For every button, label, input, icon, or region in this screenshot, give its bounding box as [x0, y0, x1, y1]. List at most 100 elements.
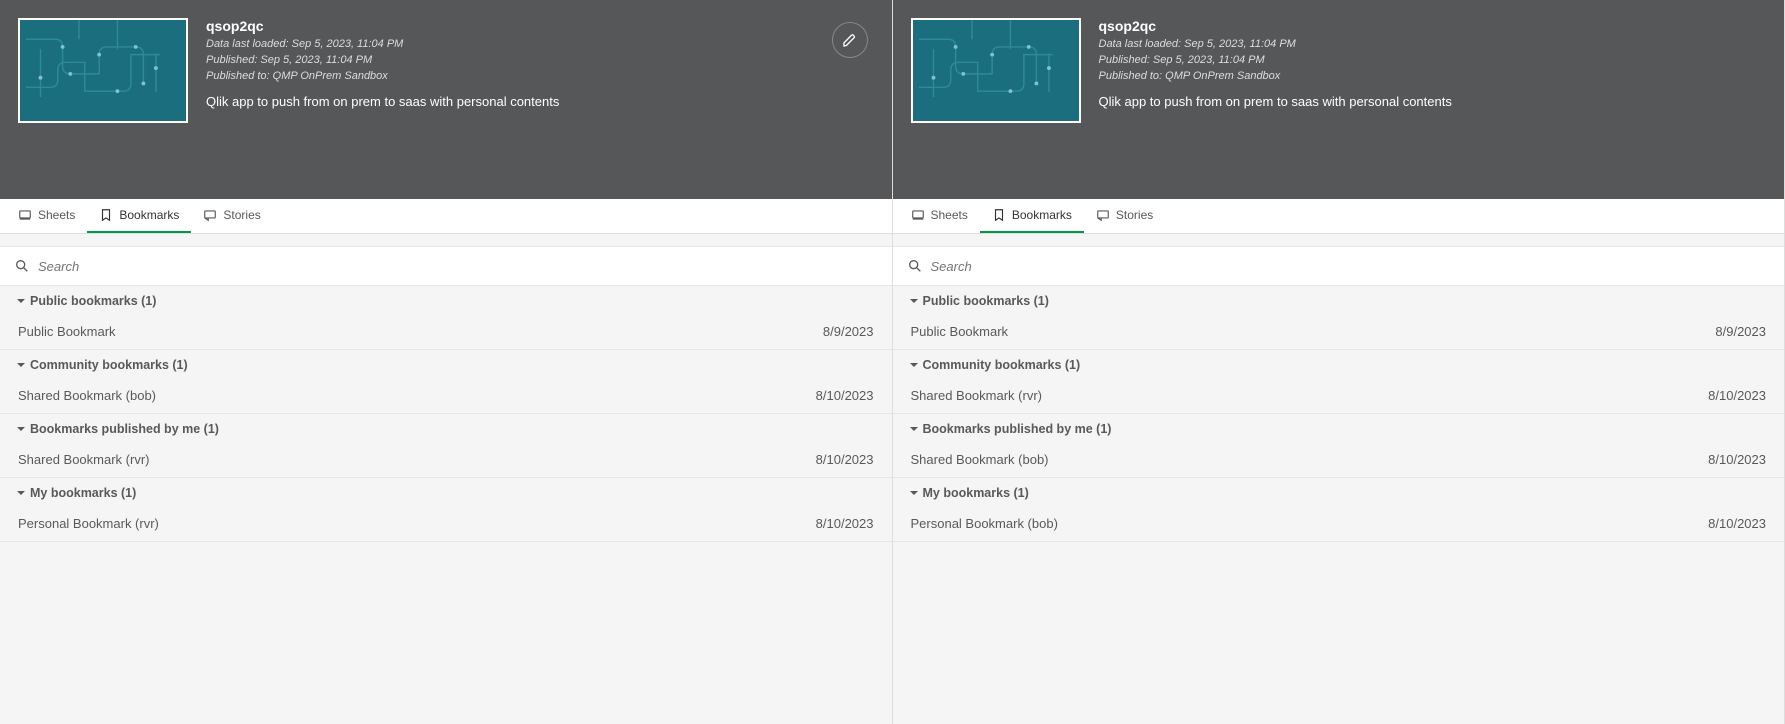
chevron-down-icon — [909, 360, 919, 370]
bookmark-label: Personal Bookmark (rvr) — [18, 516, 159, 531]
tabs-bar: Sheets Bookmarks Stories — [893, 199, 1785, 234]
tab-sheets-label: Sheets — [931, 208, 968, 222]
bookmark-groups-right: Public bookmarks (1) Public Bookmark 8/9/2… — [893, 286, 1785, 542]
chevron-down-icon — [909, 488, 919, 498]
group-title: My bookmarks (1) — [923, 486, 1029, 500]
tab-stories[interactable]: Stories — [191, 199, 272, 233]
stories-icon — [203, 208, 217, 222]
app-header: qsop2qc Data last loaded: Sep 5, 2023, 1… — [893, 0, 1785, 199]
app-last-loaded: Data last loaded: Sep 5, 2023, 11:04 PM — [206, 38, 814, 50]
bookmark-label: Shared Bookmark (rvr) — [911, 388, 1042, 403]
group-header[interactable]: Community bookmarks (1) — [0, 350, 892, 380]
group-header[interactable]: My bookmarks (1) — [893, 478, 1785, 508]
search-input[interactable] — [38, 259, 878, 274]
bookmark-group: Bookmarks published by me (1) Shared Book… — [893, 414, 1785, 478]
bookmark-icon — [99, 208, 113, 222]
bookmark-date: 8/10/2023 — [816, 516, 874, 531]
group-header[interactable]: My bookmarks (1) — [0, 478, 892, 508]
bookmark-date: 8/9/2023 — [823, 324, 874, 339]
chevron-down-icon — [16, 424, 26, 434]
app-published: Published: Sep 5, 2023, 11:04 PM — [1099, 54, 1765, 66]
bookmark-label: Personal Bookmark (bob) — [911, 516, 1058, 531]
app-description: Qlik app to push from on prem to saas wi… — [1099, 94, 1765, 109]
app-meta: qsop2qc Data last loaded: Sep 5, 2023, 1… — [206, 18, 814, 181]
bookmark-date: 8/10/2023 — [816, 452, 874, 467]
bookmark-row[interactable]: Shared Bookmark (rvr) 8/10/2023 — [893, 380, 1785, 413]
search-input[interactable] — [931, 259, 1771, 274]
bookmark-row[interactable]: Shared Bookmark (bob) 8/10/2023 — [893, 444, 1785, 477]
bookmark-date: 8/9/2023 — [1715, 324, 1766, 339]
bookmark-label: Public Bookmark — [18, 324, 116, 339]
tab-stories[interactable]: Stories — [1084, 199, 1165, 233]
app-thumbnail — [911, 18, 1081, 123]
group-header[interactable]: Public bookmarks (1) — [893, 286, 1785, 316]
bookmark-icon — [992, 208, 1006, 222]
app-thumbnail — [18, 18, 188, 123]
bookmark-group: Public bookmarks (1) Public Bookmark 8/9/2… — [893, 286, 1785, 350]
app-meta: qsop2qc Data last loaded: Sep 5, 2023, 1… — [1099, 18, 1765, 181]
search-icon — [14, 258, 30, 274]
tab-bookmarks-label: Bookmarks — [1012, 208, 1072, 222]
group-title: Public bookmarks (1) — [30, 294, 156, 308]
bookmark-group: My bookmarks (1) Personal Bookmark (bob) 8… — [893, 478, 1785, 542]
pencil-icon — [842, 32, 858, 48]
tab-stories-label: Stories — [223, 208, 260, 222]
chevron-down-icon — [16, 488, 26, 498]
bookmark-label: Shared Bookmark (bob) — [911, 452, 1049, 467]
bookmark-date: 8/10/2023 — [1708, 452, 1766, 467]
group-header[interactable]: Community bookmarks (1) — [893, 350, 1785, 380]
bookmark-groups-left: Public bookmarks (1) Public Bookmark 8/9/2… — [0, 286, 892, 542]
bookmark-label: Shared Bookmark (rvr) — [18, 452, 149, 467]
group-header[interactable]: Bookmarks published by me (1) — [0, 414, 892, 444]
right-pane: qsop2qc Data last loaded: Sep 5, 2023, 1… — [893, 0, 1785, 724]
tabs-bar: Sheets Bookmarks Stories — [0, 199, 892, 234]
chevron-down-icon — [16, 360, 26, 370]
group-title: My bookmarks (1) — [30, 486, 136, 500]
group-title: Community bookmarks (1) — [923, 358, 1081, 372]
tab-sheets[interactable]: Sheets — [899, 199, 980, 233]
bookmark-row[interactable]: Personal Bookmark (bob) 8/10/2023 — [893, 508, 1785, 541]
stories-icon — [1096, 208, 1110, 222]
tab-bookmarks[interactable]: Bookmarks — [87, 199, 191, 233]
search-bar[interactable] — [0, 246, 892, 286]
app-header: qsop2qc Data last loaded: Sep 5, 2023, 1… — [0, 0, 892, 199]
tab-sheets-label: Sheets — [38, 208, 75, 222]
tab-sheets[interactable]: Sheets — [6, 199, 87, 233]
app-last-loaded: Data last loaded: Sep 5, 2023, 11:04 PM — [1099, 38, 1765, 50]
bookmark-date: 8/10/2023 — [1708, 388, 1766, 403]
bookmark-group: My bookmarks (1) Personal Bookmark (rvr) 8… — [0, 478, 892, 542]
bookmark-date: 8/10/2023 — [1708, 516, 1766, 531]
app-description: Qlik app to push from on prem to saas wi… — [206, 94, 814, 109]
app-published-to: Published to: QMP OnPrem Sandbox — [206, 70, 814, 82]
edit-button[interactable] — [832, 22, 868, 58]
chevron-down-icon — [909, 296, 919, 306]
app-title: qsop2qc — [1099, 18, 1765, 34]
bookmark-row[interactable]: Personal Bookmark (rvr) 8/10/2023 — [0, 508, 892, 541]
app-title: qsop2qc — [206, 18, 814, 34]
bookmark-label: Shared Bookmark (bob) — [18, 388, 156, 403]
bookmark-group: Community bookmarks (1) Shared Bookmark (… — [0, 350, 892, 414]
chevron-down-icon — [909, 424, 919, 434]
bookmark-label: Public Bookmark — [911, 324, 1009, 339]
bookmark-group: Public bookmarks (1) Public Bookmark 8/9/2… — [0, 286, 892, 350]
search-icon — [907, 258, 923, 274]
search-bar[interactable] — [893, 246, 1785, 286]
app-published-to: Published to: QMP OnPrem Sandbox — [1099, 70, 1765, 82]
group-title: Bookmarks published by me (1) — [923, 422, 1112, 436]
group-title: Community bookmarks (1) — [30, 358, 188, 372]
sheets-icon — [18, 208, 32, 222]
app-published: Published: Sep 5, 2023, 11:04 PM — [206, 54, 814, 66]
bookmark-row[interactable]: Shared Bookmark (rvr) 8/10/2023 — [0, 444, 892, 477]
bookmark-row[interactable]: Shared Bookmark (bob)8/10/2023 — [0, 380, 892, 413]
group-title: Public bookmarks (1) — [923, 294, 1049, 308]
bookmark-group: Community bookmarks (1) Shared Bookmark (… — [893, 350, 1785, 414]
bookmark-group: Bookmarks published by me (1) Shared Book… — [0, 414, 892, 478]
tab-bookmarks-label: Bookmarks — [119, 208, 179, 222]
bookmark-row[interactable]: Public Bookmark 8/9/2023 — [0, 316, 892, 349]
bookmark-row[interactable]: Public Bookmark 8/9/2023 — [893, 316, 1785, 349]
group-header[interactable]: Public bookmarks (1) — [0, 286, 892, 316]
group-title: Bookmarks published by me (1) — [30, 422, 219, 436]
group-header[interactable]: Bookmarks published by me (1) — [893, 414, 1785, 444]
left-pane: qsop2qc Data last loaded: Sep 5, 2023, 1… — [0, 0, 893, 724]
tab-bookmarks[interactable]: Bookmarks — [980, 199, 1084, 233]
